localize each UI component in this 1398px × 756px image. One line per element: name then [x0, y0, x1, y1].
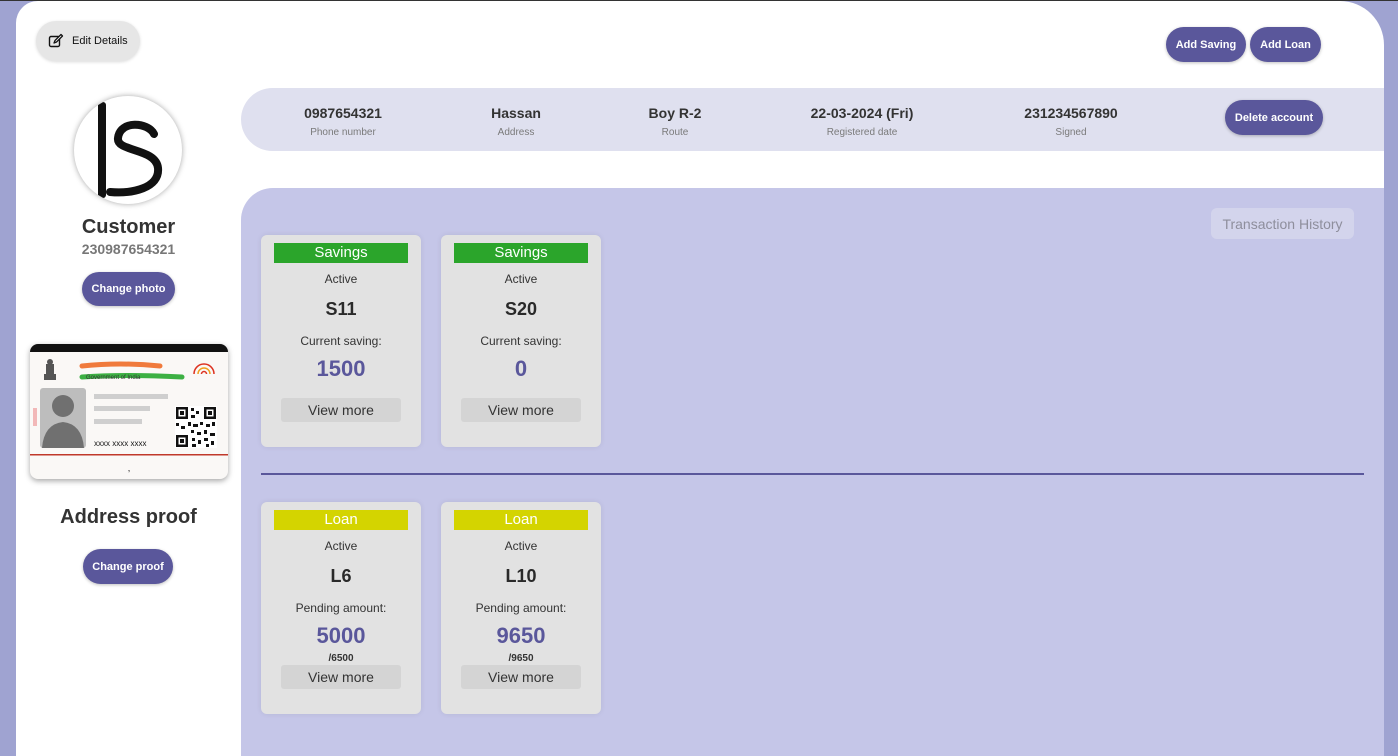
signed-label: Signed [1055, 127, 1087, 138]
signed-info: 231234567890 Signed [991, 105, 1151, 138]
loan-card: Loan Active L10 Pending amount: 9650 /96… [441, 502, 601, 714]
address-proof-image[interactable]: Government of India xxxx xxxx xxxx , [30, 344, 228, 479]
change-photo-button[interactable]: Change photo [82, 272, 175, 306]
profile-panel: Edit Details Customer 230987654321 Chang… [16, 1, 1384, 756]
id-number-text: xxxx xxxx xxxx [94, 439, 146, 448]
id-footer-text: , [128, 463, 131, 473]
route-value: Boy R-2 [648, 105, 702, 121]
address-label: Address [497, 127, 535, 138]
add-loan-button[interactable]: Add Loan [1250, 27, 1321, 62]
registered-label: Registered date [826, 127, 898, 138]
card-amount-label: Current saving: [480, 334, 562, 348]
qr-code-icon [175, 406, 217, 448]
left-column: Edit Details Customer 230987654321 Chang… [16, 1, 241, 756]
savings-card: Savings Active S11 Current saving: 1500 … [261, 235, 421, 447]
card-type-badge: Loan [454, 510, 588, 530]
change-proof-button[interactable]: Change proof [83, 549, 173, 584]
loan-card: Loan Active L6 Pending amount: 5000 /650… [261, 502, 421, 714]
card-status: Active [324, 272, 358, 286]
card-type-badge: Savings [454, 243, 588, 263]
edit-icon [48, 33, 64, 48]
card-type-badge: Savings [274, 243, 408, 263]
edit-details-button[interactable]: Edit Details [36, 21, 140, 61]
brand-logo [98, 102, 162, 198]
route-label: Route [661, 127, 689, 138]
address-info: Hassan Address [436, 105, 596, 138]
view-more-button[interactable]: View more [281, 665, 401, 689]
savings-card: Savings Active S20 Current saving: 0 Vie… [441, 235, 601, 447]
edit-details-label: Edit Details [72, 35, 128, 47]
card-account-id: L6 [330, 566, 352, 586]
phone-info: 0987654321 Phone number [263, 105, 423, 138]
id-gov-text: Government of India [86, 375, 141, 381]
address-value: Hassan [491, 105, 541, 121]
card-amount: 1500 [316, 356, 366, 381]
card-amount-label: Current saving: [300, 334, 382, 348]
person-silhouette-icon [40, 388, 86, 448]
section-divider [261, 473, 1364, 475]
avatar[interactable] [74, 96, 182, 204]
card-account-id: L10 [505, 566, 537, 586]
registered-value: 22-03-2024 (Fri) [810, 105, 914, 121]
card-amount-label: Pending amount: [295, 601, 387, 615]
view-more-button[interactable]: View more [461, 398, 581, 422]
add-saving-button[interactable]: Add Saving [1166, 27, 1246, 62]
card-account-id: S11 [325, 299, 357, 319]
card-amount: 5000 [316, 623, 366, 648]
accounts-area: Transaction History Savings Active S11 C… [241, 188, 1384, 756]
phone-label: Phone number [310, 127, 376, 138]
customer-info-bar: 0987654321 Phone number Hassan Address B… [241, 88, 1384, 151]
card-status: Active [504, 272, 538, 286]
registered-info: 22-03-2024 (Fri) Registered date [782, 105, 942, 138]
fingerprint-icon [192, 363, 216, 386]
route-info: Boy R-2 Route [595, 105, 755, 138]
view-more-button[interactable]: View more [461, 665, 581, 689]
card-amount-label: Pending amount: [475, 601, 567, 615]
card-amount: 9650 [496, 623, 546, 648]
address-proof-title: Address proof [60, 506, 197, 528]
card-status: Active [504, 539, 538, 553]
card-total-amount: /6500 [328, 653, 354, 664]
card-amount: 0 [514, 356, 528, 381]
card-status: Active [324, 539, 358, 553]
phone-value: 0987654321 [304, 105, 382, 121]
customer-id: 230987654321 [81, 241, 176, 257]
card-type-badge: Loan [274, 510, 408, 530]
view-more-button[interactable]: View more [281, 398, 401, 422]
id-card-graphic: Government of India xxxx xxxx xxxx , [30, 344, 228, 473]
delete-account-button[interactable]: Delete account [1225, 100, 1323, 135]
card-account-id: S20 [504, 299, 538, 319]
transaction-history-button[interactable]: Transaction History [1211, 208, 1354, 239]
card-total-amount: /9650 [508, 653, 534, 664]
signed-value: 231234567890 [1024, 105, 1118, 121]
customer-name: Customer [81, 216, 176, 238]
emblem-icon [44, 359, 56, 380]
